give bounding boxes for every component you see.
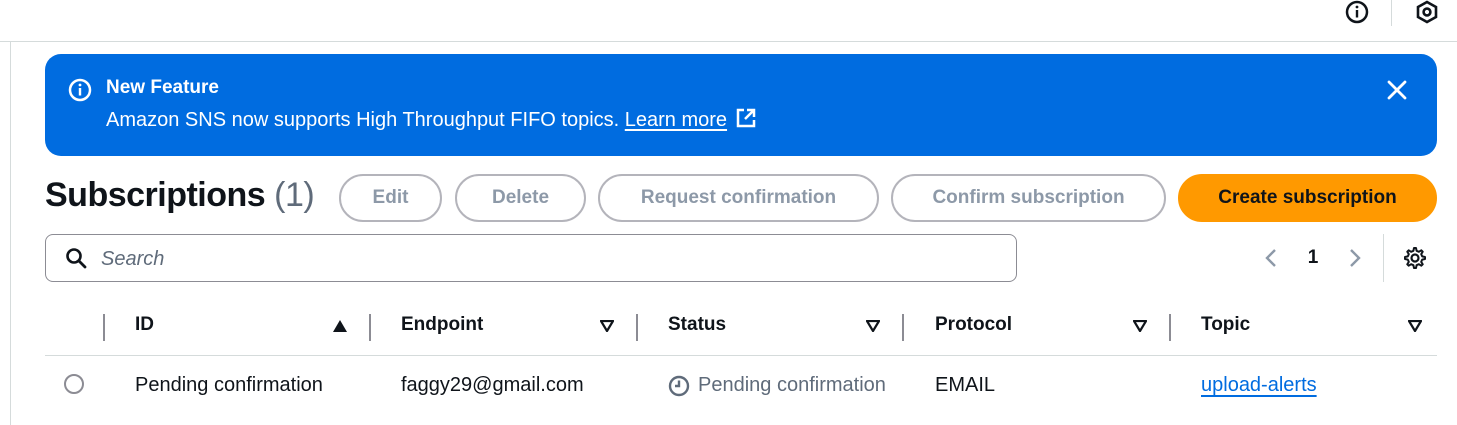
external-link-icon[interactable] <box>735 107 757 135</box>
page-title: Subscriptions (1) <box>45 176 315 215</box>
delete-button[interactable]: Delete <box>455 174 586 222</box>
confirm-subscription-button[interactable]: Confirm subscription <box>891 174 1166 222</box>
next-page-icon[interactable] <box>1346 246 1364 270</box>
column-header-topic[interactable]: Topic <box>1201 314 1250 336</box>
status-text: Pending confirmation <box>698 374 886 396</box>
column-divider <box>103 314 105 341</box>
top-navigation <box>0 0 1457 425</box>
cell-endpoint: faggy29@gmail.com <box>401 374 584 396</box>
search-icon <box>65 247 87 274</box>
close-icon[interactable] <box>1385 78 1409 102</box>
row-select-radio[interactable] <box>64 374 84 394</box>
pager-divider <box>1383 234 1384 282</box>
sort-ascending-icon[interactable] <box>333 320 347 332</box>
column-divider[interactable] <box>902 314 904 341</box>
page-title-text: Subscriptions <box>45 176 266 214</box>
cell-id: Pending confirmation <box>135 374 323 396</box>
info-icon <box>68 78 92 107</box>
column-header-protocol[interactable]: Protocol <box>935 314 1012 336</box>
sort-caret-down-icon[interactable] <box>1408 320 1422 332</box>
column-divider[interactable] <box>369 314 371 341</box>
search-box <box>45 234 1017 282</box>
topbar-divider <box>1391 0 1392 26</box>
cell-topic: upload-alerts <box>1201 374 1317 397</box>
edit-button[interactable]: Edit <box>339 174 442 222</box>
column-header-status[interactable]: Status <box>668 314 726 336</box>
topic-link[interactable]: upload-alerts <box>1201 374 1317 396</box>
learn-more-label: Learn more <box>624 109 728 131</box>
subscription-count: (1) <box>274 176 315 214</box>
sort-caret-down-icon[interactable] <box>600 320 614 332</box>
new-feature-banner: New Feature Amazon SNS now supports High… <box>45 54 1437 156</box>
column-divider[interactable] <box>1169 314 1171 341</box>
create-subscription-button[interactable]: Create subscription <box>1178 174 1437 222</box>
banner-message: Amazon SNS now supports High Throughput … <box>106 107 757 135</box>
cell-status: Pending confirmation <box>668 374 886 397</box>
page-number[interactable]: 1 <box>1304 247 1322 269</box>
banner-message-text: Amazon SNS now supports High Throughput … <box>106 109 620 131</box>
column-divider[interactable] <box>636 314 638 341</box>
cell-protocol: EMAIL <box>935 374 996 396</box>
column-header-id[interactable]: ID <box>135 314 154 336</box>
learn-more-link[interactable]: Learn more <box>625 109 727 131</box>
banner-title: New Feature <box>106 77 219 98</box>
info-icon[interactable] <box>1345 0 1369 24</box>
column-header-endpoint[interactable]: Endpoint <box>401 314 483 336</box>
previous-page-icon[interactable] <box>1262 246 1280 270</box>
gear-icon[interactable] <box>1403 246 1427 270</box>
search-input[interactable] <box>99 243 1003 275</box>
request-confirmation-button[interactable]: Request confirmation <box>598 174 879 222</box>
sort-caret-down-icon[interactable] <box>866 320 880 332</box>
sort-caret-down-icon[interactable] <box>1133 320 1147 332</box>
left-divider <box>10 41 11 425</box>
clock-icon <box>668 375 690 397</box>
settings-hex-icon[interactable] <box>1415 0 1439 24</box>
